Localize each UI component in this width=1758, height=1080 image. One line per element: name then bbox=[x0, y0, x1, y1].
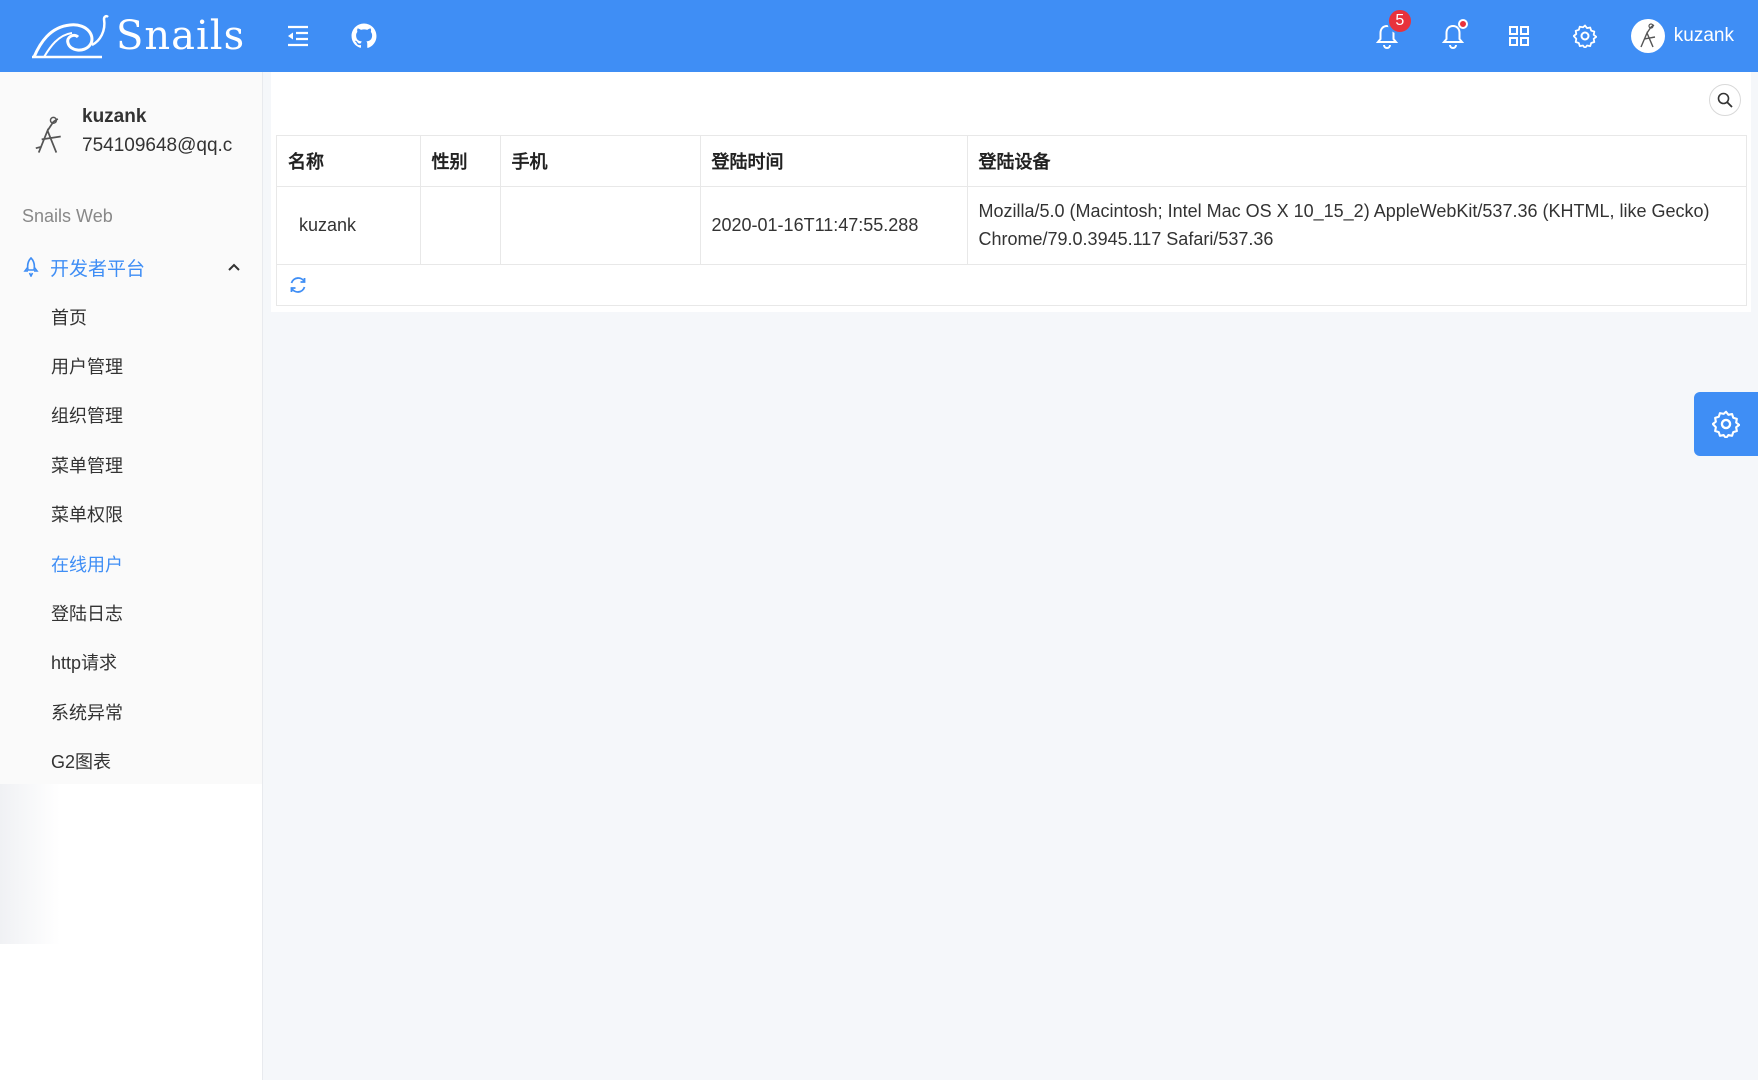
snail-logo-icon bbox=[32, 14, 109, 59]
profile-email: 754109648@qq.com bbox=[82, 135, 232, 156]
table-footer bbox=[277, 265, 1746, 305]
rocket-icon bbox=[23, 257, 39, 277]
sidebar-item-menu-permissions[interactable]: 菜单权限 bbox=[0, 490, 262, 539]
settings-drawer-button[interactable] bbox=[1694, 392, 1758, 456]
sidebar-item-home[interactable]: 首页 bbox=[0, 292, 262, 341]
column-header-phone[interactable]: 手机 bbox=[500, 136, 701, 187]
online-users-table: 名称 性别 手机 登陆时间 登陆设备 kuzank 2020-01-16T11:… bbox=[276, 135, 1747, 306]
logo[interactable]: Snails bbox=[0, 0, 262, 72]
menu-group-label: 开发者平台 bbox=[50, 258, 146, 280]
menu-group-developer: 开发者平台 首页 用户管理 组织管理 菜单管理 菜单权限 在线用户 登陆日志 h… bbox=[0, 242, 262, 786]
menu-group-header[interactable]: 开发者平台 bbox=[0, 242, 262, 292]
sidebar-item-organizations[interactable]: 组织管理 bbox=[0, 391, 262, 440]
user-menu[interactable]: kuzank bbox=[1630, 19, 1734, 53]
column-header-login-device[interactable]: 登陆设备 bbox=[967, 136, 1746, 187]
search-button[interactable] bbox=[1709, 84, 1741, 116]
logo-text: Snails bbox=[116, 13, 246, 59]
gear-icon[interactable] bbox=[1565, 16, 1605, 56]
avatar bbox=[1630, 19, 1665, 53]
table-row[interactable]: kuzank 2020-01-16T11:47:55.288 Mozilla/5… bbox=[277, 186, 1746, 265]
column-header-gender[interactable]: 性别 bbox=[420, 136, 501, 187]
notification-badge: 5 bbox=[1386, 8, 1413, 34]
sidebar-item-online-users[interactable]: 在线用户 bbox=[0, 539, 262, 588]
sidebar-item-g2-charts[interactable]: G2图表 bbox=[0, 737, 262, 786]
cell-gender bbox=[420, 186, 501, 265]
chevron-up-icon bbox=[228, 263, 240, 271]
refresh-icon[interactable] bbox=[287, 274, 309, 296]
apps-icon[interactable] bbox=[1499, 16, 1539, 56]
settings-drawer-icon bbox=[1712, 410, 1740, 438]
sidebar-item-system-exceptions[interactable]: 系统异常 bbox=[0, 687, 262, 736]
column-header-name[interactable]: 名称 bbox=[277, 136, 421, 187]
cell-login-device: Mozilla/5.0 (Macintosh; Intel Mac OS X 1… bbox=[967, 186, 1746, 265]
sidebar-profile: kuzank 754109648@qq.com bbox=[26, 104, 232, 162]
main-content: 名称 性别 手机 登陆时间 登陆设备 kuzank 2020-01-16T11:… bbox=[271, 72, 1758, 1080]
sidebar-section-label: Snails Web bbox=[22, 206, 113, 226]
table-header-row: 名称 性别 手机 登陆时间 登陆设备 bbox=[277, 136, 1746, 187]
profile-avatar bbox=[26, 112, 72, 158]
sidebar-item-menus[interactable]: 菜单管理 bbox=[0, 440, 262, 489]
sidebar-item-users[interactable]: 用户管理 bbox=[0, 341, 262, 390]
menu-fold-icon[interactable] bbox=[278, 16, 318, 56]
top-header: Snails 5 kuzank bbox=[0, 0, 1758, 72]
profile-name: kuzank bbox=[82, 106, 147, 127]
bell-dot-icon[interactable] bbox=[1433, 16, 1473, 56]
sidebar-item-login-logs[interactable]: 登陆日志 bbox=[0, 588, 262, 637]
header-username: kuzank bbox=[1673, 25, 1734, 46]
cell-phone bbox=[500, 186, 701, 265]
sidebar-item-http-requests[interactable]: http请求 bbox=[0, 638, 262, 687]
unread-dot bbox=[1457, 19, 1468, 29]
online-users-panel: 名称 性别 手机 登陆时间 登陆设备 kuzank 2020-01-16T11:… bbox=[271, 72, 1751, 312]
cell-login-time: 2020-01-16T11:47:55.288 bbox=[700, 186, 968, 265]
cell-name: kuzank bbox=[277, 186, 421, 265]
sidebar: kuzank 754109648@qq.com Snails Web 开发者平台… bbox=[0, 72, 263, 1080]
column-header-login-time[interactable]: 登陆时间 bbox=[700, 136, 968, 187]
bell-icon[interactable]: 5 bbox=[1367, 8, 1413, 56]
search-icon bbox=[1717, 92, 1733, 108]
github-icon[interactable] bbox=[344, 16, 384, 56]
